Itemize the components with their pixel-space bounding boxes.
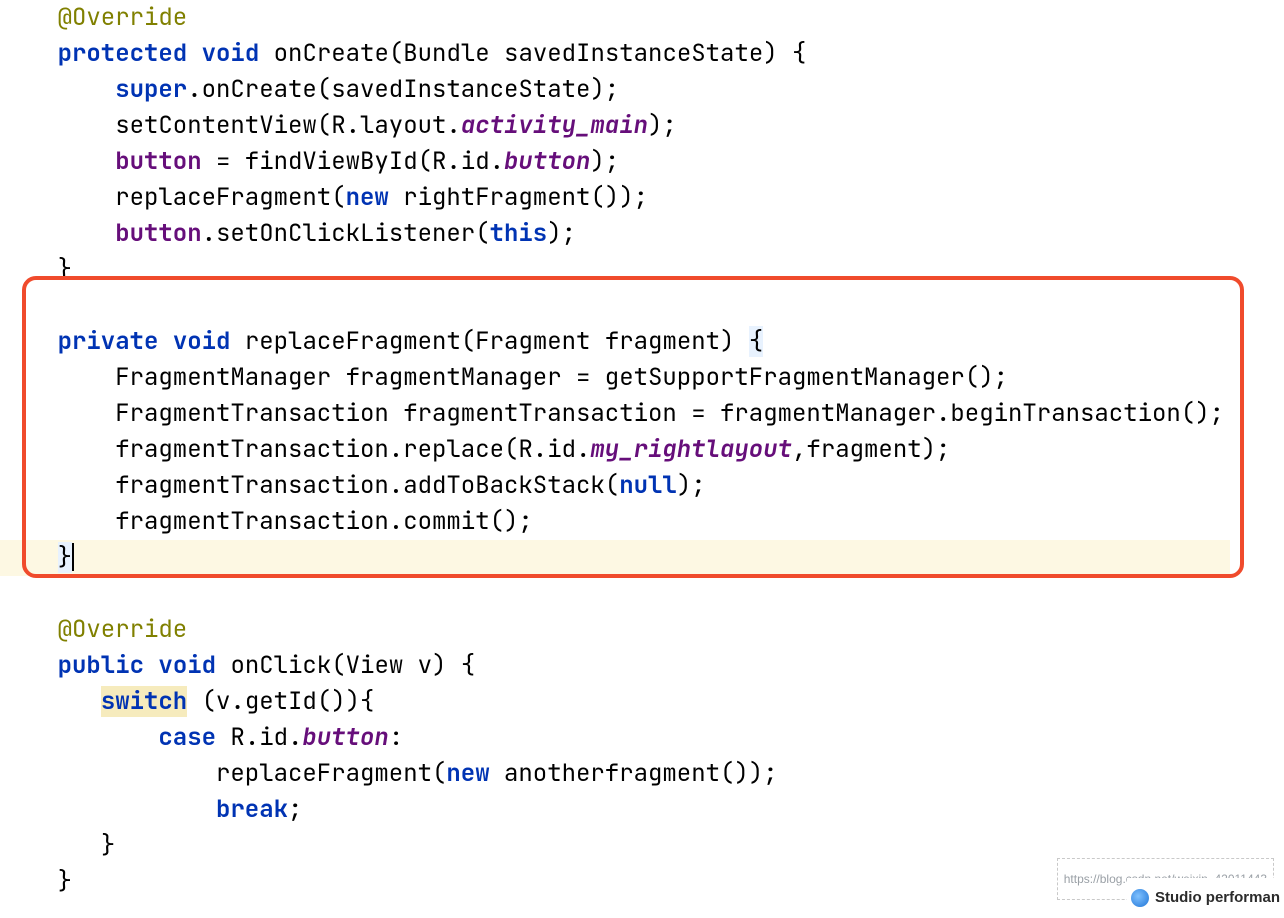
code-text: ); — [590, 146, 619, 177]
code-text: anotherfragment()); — [490, 758, 778, 789]
id-button: button — [302, 722, 388, 753]
field-button: button — [115, 218, 201, 249]
params: (View v) { — [331, 650, 475, 681]
params: (Fragment fragment) — [461, 326, 749, 357]
brace-open-match: { — [749, 326, 763, 357]
kw-super: super — [115, 74, 187, 105]
code-text: R.id. — [216, 722, 302, 753]
code-text: FragmentManager fragmentManager = getSup… — [115, 362, 1008, 393]
code-text: setContentView(R.layout. — [115, 110, 461, 141]
code-text: ); — [547, 218, 576, 249]
code-text: replaceFragment( — [115, 182, 345, 213]
kw-break: break — [216, 794, 288, 825]
code-text: = findViewById(R.id. — [202, 146, 504, 177]
brace-close-match: } — [58, 542, 72, 573]
method-name: replaceFragment — [245, 326, 461, 357]
text-caret — [72, 543, 74, 571]
brace: } — [58, 254, 72, 285]
params: (Bundle savedInstanceState) { — [389, 38, 807, 69]
kw-switch: switch — [101, 686, 187, 717]
kw-case: case — [158, 722, 216, 753]
code-text: fragmentTransaction.replace(R.id. — [115, 434, 590, 465]
kw-protected: protected — [58, 38, 188, 69]
kw-void: void — [158, 650, 216, 681]
code-text: ,fragment); — [792, 434, 950, 465]
code-text: FragmentTransaction fragmentTransaction … — [115, 398, 1224, 429]
code-text: replaceFragment( — [216, 758, 446, 789]
code-text: fragmentTransaction.addToBackStack( — [115, 470, 619, 501]
code-text: .setOnClickListener( — [202, 218, 490, 249]
code-text: fragmentTransaction.commit(); — [115, 506, 533, 537]
annotation-override: @Override — [58, 2, 188, 33]
method-name: onClick — [230, 650, 331, 681]
code[interactable]: @Override protected void onCreate(Bundle… — [0, 0, 1230, 918]
code-editor[interactable]: @Override protected void onCreate(Bundle… — [0, 0, 1284, 918]
field-button: button — [115, 146, 201, 177]
kw-public: public — [58, 650, 144, 681]
code-text: ; — [288, 794, 302, 825]
code-text: ); — [648, 110, 677, 141]
code-text: ); — [677, 470, 706, 501]
caret-line: } — [0, 540, 1230, 576]
code-text: .onCreate(savedInstanceState); — [187, 74, 619, 105]
code-text: : — [389, 722, 403, 753]
hint-bar[interactable]: Studio performan — [1127, 878, 1284, 918]
code-text: (v.getId()){ — [187, 686, 374, 717]
code-text: rightFragment()); — [389, 182, 648, 213]
id-button: button — [504, 146, 590, 177]
kw-void: void — [202, 38, 260, 69]
kw-void: void — [173, 326, 231, 357]
brace: } — [58, 866, 72, 897]
kw-new: new — [346, 182, 389, 213]
kw-null: null — [619, 470, 677, 501]
method-name: onCreate — [274, 38, 389, 69]
kw-this: this — [490, 218, 548, 249]
id-my-rightlayout: my_rightlayout — [590, 434, 792, 465]
kw-new: new — [446, 758, 489, 789]
annotation-override: @Override — [58, 614, 188, 645]
brace: } — [101, 830, 115, 861]
id-activity-main: activity_main — [461, 110, 648, 141]
hint-text: Studio performan — [1155, 880, 1280, 916]
kw-private: private — [58, 326, 159, 357]
bulb-icon — [1131, 889, 1149, 907]
